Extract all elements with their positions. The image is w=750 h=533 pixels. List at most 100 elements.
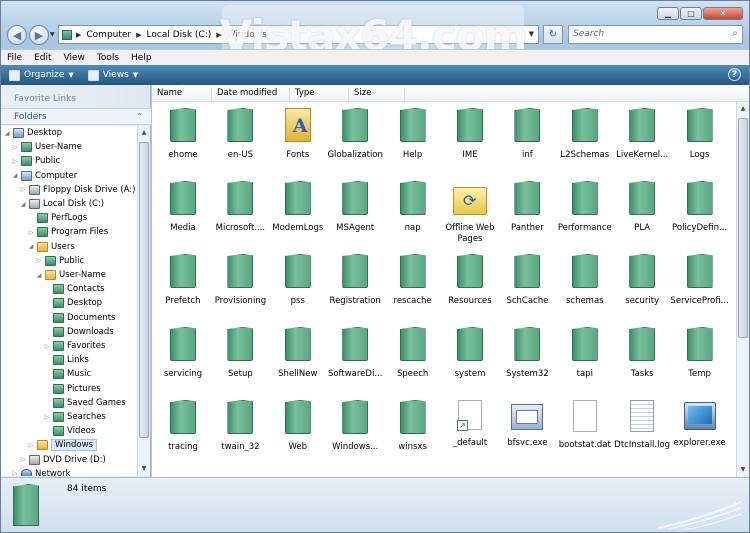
file-item[interactable]: PLA (613, 181, 671, 234)
tree-item[interactable]: ◢ Local Disk (C:) (19, 197, 104, 211)
file-item[interactable]: winsxs (384, 400, 442, 453)
forward-button[interactable]: ▶ (29, 25, 49, 45)
tree-item[interactable]: Contacts (43, 282, 105, 296)
collapsed-arrow-icon[interactable]: ▷ (43, 414, 51, 421)
address-dropdown-icon[interactable]: ▼ (529, 30, 534, 38)
file-item[interactable]: Speech (384, 327, 442, 380)
breadcrumb-separator-icon[interactable]: ▶ (74, 31, 83, 39)
tree-item[interactable]: ◢ User-Name (35, 268, 106, 282)
tree-item[interactable]: Documents (43, 311, 115, 325)
folders-header[interactable]: Folders ⌃ (1, 108, 151, 125)
views-button[interactable]: Views ▼ (87, 69, 138, 81)
close-button[interactable]: ✕ (703, 7, 743, 20)
menu-view[interactable]: View (64, 53, 85, 63)
expanded-arrow-icon[interactable]: ◢ (3, 130, 11, 137)
tree-item[interactable]: ▷ DVD Drive (D:) (19, 453, 106, 467)
minimize-button[interactable]: ▁ (657, 7, 679, 20)
expanded-arrow-icon[interactable]: ◢ (11, 172, 19, 179)
tree-item[interactable]: Downloads (43, 325, 114, 339)
file-item[interactable]: IME (441, 108, 499, 161)
file-item[interactable]: SchCache (498, 254, 556, 307)
file-item[interactable]: explorer.exe (671, 400, 729, 449)
file-item[interactable]: ⟳ Offline Web Pages (441, 181, 499, 245)
file-item[interactable]: ServiceProfi... (670, 254, 729, 307)
search-input[interactable]: Search ⌕ (568, 25, 743, 44)
collapsed-arrow-icon[interactable]: ▷ (19, 456, 27, 463)
file-item[interactable]: tapi (556, 327, 614, 380)
column-size[interactable]: Size (349, 88, 405, 101)
file-item[interactable]: system (441, 327, 499, 380)
scroll-up-icon[interactable]: ▲ (139, 127, 149, 139)
scroll-up-icon[interactable]: ▲ (738, 103, 748, 115)
file-item[interactable]: ehome (154, 108, 212, 161)
tree-item[interactable]: ▷ User-Name (11, 140, 82, 154)
file-item[interactable]: security (613, 254, 671, 307)
menu-help[interactable]: Help (131, 53, 152, 63)
expanded-arrow-icon[interactable]: ◢ (35, 272, 43, 279)
file-item[interactable]: Globalization (326, 108, 384, 161)
tree-scrollbar[interactable]: ▲ ▼ (137, 126, 150, 476)
file-item[interactable]: DtcInstall.log (613, 400, 671, 451)
file-item[interactable]: Setup (211, 327, 269, 380)
favorite-links-header[interactable]: Favorite Links (14, 94, 76, 104)
tree-item[interactable]: ▷ Network (11, 467, 71, 476)
file-item[interactable]: PolicyDefin... (671, 181, 729, 234)
file-item[interactable]: LiveKernel... (613, 108, 671, 161)
file-item[interactable]: tracing (154, 400, 212, 453)
tree-item[interactable]: Music (43, 367, 91, 381)
breadcrumb-computer[interactable]: Computer (83, 30, 134, 40)
refresh-button[interactable]: ↻ (543, 25, 563, 44)
menu-file[interactable]: File (7, 53, 22, 63)
file-item[interactable]: schemas (556, 254, 614, 307)
file-item[interactable]: Performance (556, 181, 614, 234)
file-item[interactable]: ↗ _default (441, 400, 499, 449)
file-item[interactable]: Windows... (326, 400, 384, 453)
help-icon[interactable]: ? (728, 68, 741, 81)
file-item[interactable]: Tasks (613, 327, 671, 380)
file-item[interactable]: pss (269, 254, 327, 307)
file-item[interactable]: SoftwareDi... (326, 327, 384, 380)
menu-tools[interactable]: Tools (97, 53, 119, 63)
file-item[interactable]: ModemLogs (269, 181, 327, 234)
file-item[interactable]: Provisioning (211, 254, 269, 307)
column-date-modified[interactable]: Date modified (212, 88, 290, 101)
file-item[interactable]: Microsoft.... (211, 181, 269, 234)
content-scrollbar[interactable]: ▲ ▼ (736, 102, 749, 477)
file-item[interactable]: servicing (154, 327, 212, 380)
file-item[interactable]: en-US (211, 108, 269, 161)
file-item[interactable]: MSAgent (326, 181, 384, 234)
menu-edit[interactable]: Edit (34, 53, 51, 63)
tree-item[interactable]: ▷ Public (11, 154, 60, 168)
expanded-arrow-icon[interactable]: ◢ (27, 243, 35, 250)
collapsed-arrow-icon[interactable]: ▷ (35, 257, 43, 264)
tree-item[interactable]: ◢ Users (27, 240, 75, 254)
file-item[interactable]: Web (269, 400, 327, 453)
file-item[interactable]: Media (154, 181, 212, 234)
collapsed-arrow-icon[interactable]: ▷ (11, 144, 19, 151)
file-item[interactable]: Panther (498, 181, 556, 234)
file-item[interactable]: Prefetch (154, 254, 212, 307)
tree-item[interactable]: ▷ Program Files (27, 225, 108, 239)
column-name[interactable]: Name (152, 88, 212, 101)
tree-item[interactable]: Videos (43, 424, 95, 438)
collapsed-arrow-icon[interactable]: ▷ (27, 442, 35, 449)
file-item[interactable]: nap (384, 181, 442, 234)
file-item[interactable]: L2Schemas (556, 108, 614, 161)
file-item[interactable]: System32 (498, 327, 556, 380)
file-item[interactable]: bfsvc.exe (498, 400, 556, 449)
content-scroll-thumb[interactable] (738, 118, 748, 338)
file-item[interactable]: A Fonts (269, 108, 327, 161)
file-item[interactable]: bootstat.dat (556, 400, 614, 451)
collapsed-arrow-icon[interactable]: ▷ (11, 470, 19, 476)
column-type[interactable]: Type (290, 88, 349, 101)
back-button[interactable]: ◀ (7, 25, 27, 45)
scroll-down-icon[interactable]: ▼ (738, 464, 748, 476)
file-item[interactable]: Help (384, 108, 442, 161)
collapsed-arrow-icon[interactable]: ▷ (11, 158, 19, 165)
file-item[interactable]: rescache (384, 254, 442, 307)
collapsed-arrow-icon[interactable]: ▷ (43, 343, 51, 350)
tree-item[interactable]: Saved Games (43, 396, 126, 410)
tree-item[interactable]: ▷ Public (35, 254, 84, 268)
search-icon[interactable]: ⌕ (732, 28, 738, 39)
tree-item[interactable]: Desktop (43, 296, 102, 310)
